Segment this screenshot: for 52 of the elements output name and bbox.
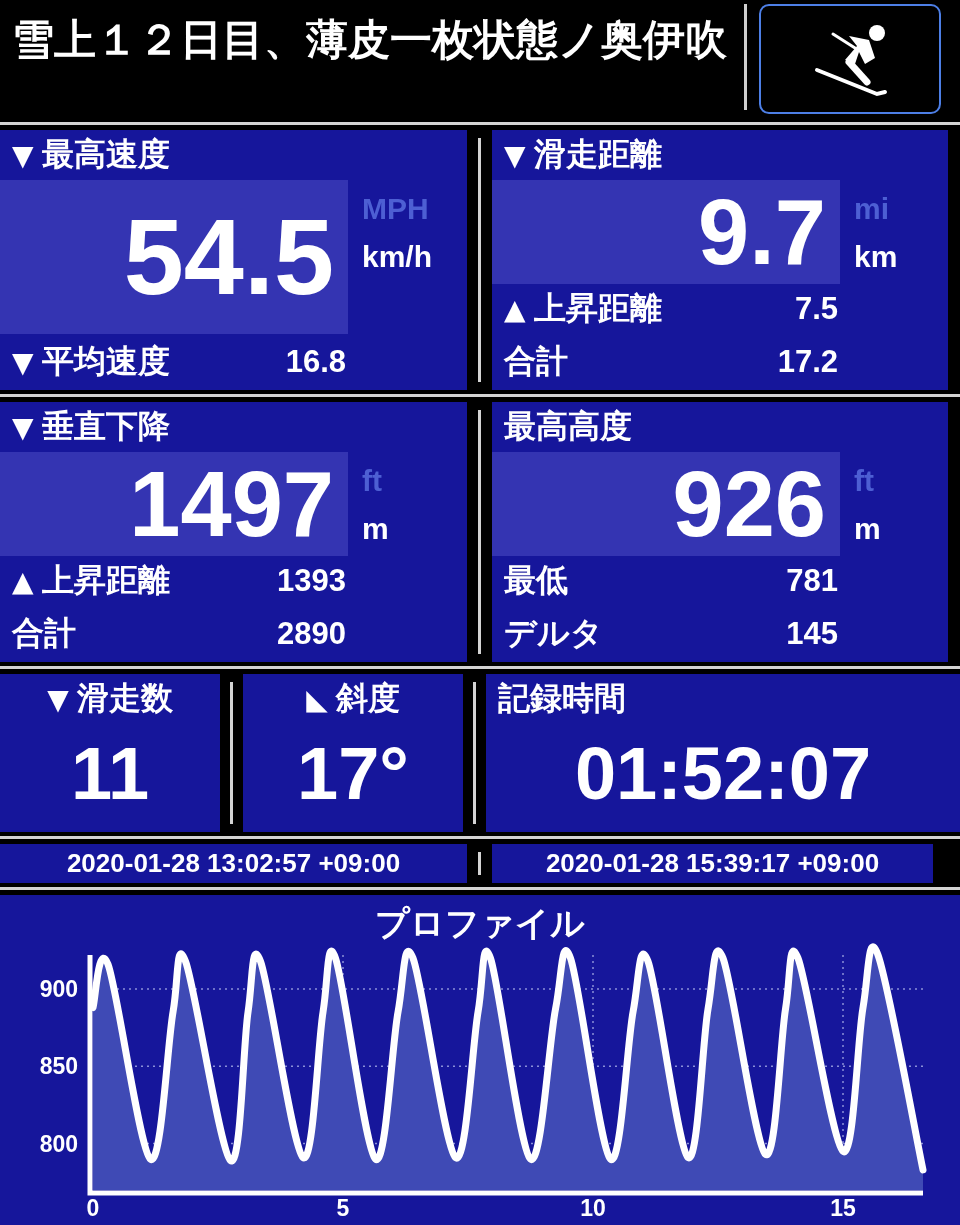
axis-tick-label: 0 [86, 1195, 100, 1220]
stat-label: 合計 [12, 614, 76, 653]
stat-label: 上昇距離 [533, 289, 662, 328]
indicator-glyph: ▼ [47, 682, 69, 716]
stat-value: 11 [69, 730, 151, 817]
stat-label: 斜度 [335, 679, 400, 718]
unit-option[interactable]: km/h [362, 240, 433, 274]
timestamp: 2020-01-28 15:39:17 +09:00 [492, 844, 933, 883]
stat-label: デルタ [504, 614, 603, 653]
stat-value: 781 [786, 563, 838, 599]
stat-label: 最高速度 [41, 135, 170, 174]
axis-tick-label: 15 [830, 1195, 856, 1220]
stat-label: 垂直下降 [41, 407, 170, 446]
stat-label: 合計 [504, 342, 568, 381]
stat-value: 926 [672, 458, 826, 550]
stat-label: 滑走距離 [533, 135, 662, 174]
unit-option[interactable]: m [362, 512, 389, 546]
timestamp: 2020-01-28 13:02:57 +09:00 [0, 844, 467, 883]
unit-option[interactable]: km [854, 240, 898, 274]
stat-value: 145 [786, 616, 838, 652]
stat-label: 平均速度 [41, 342, 170, 381]
stat-label: 記録時間 [498, 679, 626, 718]
toggle-arrow[interactable]: ▲ [12, 564, 34, 598]
axis-tick-label: 850 [39, 1053, 78, 1080]
stat-value: 16.8 [285, 344, 346, 380]
axis-tick-label: 800 [39, 1130, 78, 1157]
stat-value: 7.5 [794, 291, 838, 327]
stat-value: 1393 [277, 563, 346, 599]
stat-value: 1497 [129, 458, 334, 550]
toggle-arrow[interactable]: ▼ [12, 345, 34, 379]
axis-tick-label: 5 [336, 1195, 350, 1220]
stat-value: 17° [296, 730, 410, 817]
axis-tick-label: 900 [39, 976, 78, 1002]
skiing-mode-button[interactable] [759, 4, 941, 114]
unit-option[interactable]: m [854, 512, 881, 546]
axis-tick-label: 10 [580, 1195, 606, 1220]
stat-label: 上昇距離 [41, 561, 170, 600]
stat-value: 17.2 [777, 344, 838, 380]
stat-label: 滑走数 [76, 679, 173, 718]
stat-label: 最高高度 [504, 407, 632, 446]
indicator-glyph: ◣ [306, 682, 328, 716]
stat-value: 9.7 [698, 186, 826, 278]
toggle-arrow[interactable]: ▼ [504, 138, 526, 172]
stat-value: 2890 [277, 616, 346, 652]
chart-title: プロファイル [375, 903, 585, 944]
toggle-arrow[interactable]: ▼ [12, 410, 34, 444]
stat-value: 54.5 [123, 203, 334, 311]
toggle-arrow[interactable]: ▼ [12, 138, 34, 172]
stat-label: 最低 [504, 561, 568, 600]
stat-value: 01:52:07 [573, 730, 873, 817]
toggle-arrow[interactable]: ▲ [504, 292, 526, 326]
session-title: 雪上１２日目、薄皮一枚状態ノ奥伊吹 [11, 15, 728, 65]
